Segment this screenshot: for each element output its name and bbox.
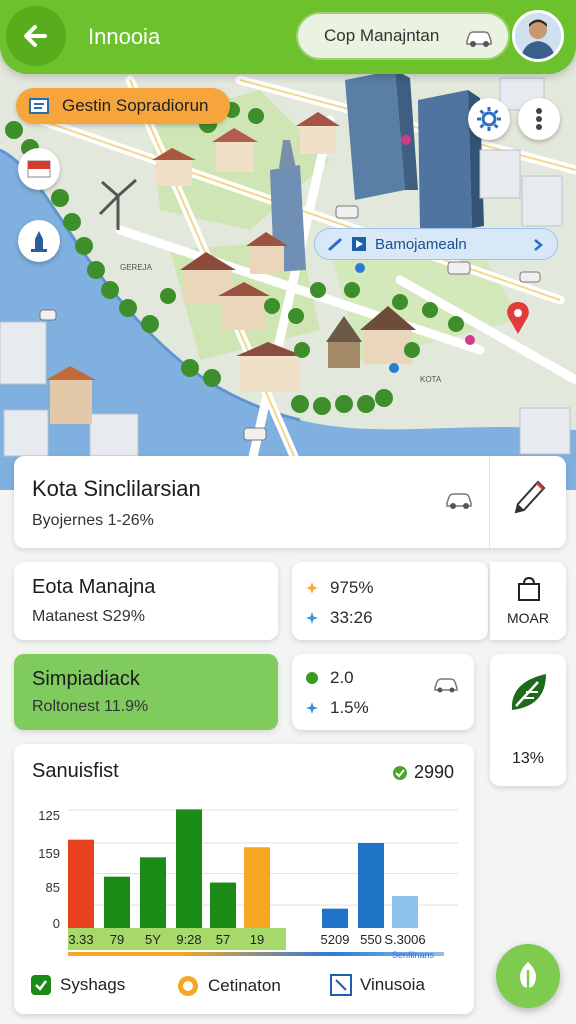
simple-subtitle: Roltonest 11.9%	[32, 698, 149, 715]
eco-value: 13%	[511, 750, 545, 767]
simple-card[interactable]: Simpiadiack Roltonest 11.9%	[14, 654, 278, 730]
check-square-icon	[31, 975, 51, 995]
map-label-tower: KOTA	[420, 375, 442, 384]
gear-icon	[477, 107, 501, 131]
y-tick-label: 159	[38, 846, 60, 861]
chart-bar[interactable]	[358, 843, 384, 928]
card-divider	[489, 456, 490, 548]
stats2-row-2: 1.5%	[306, 698, 369, 718]
circle-orange-icon	[178, 976, 198, 996]
chart-bar[interactable]	[176, 809, 202, 928]
stats-row-1: 975%	[306, 578, 373, 598]
legend-item[interactable]: Cetinaton	[176, 974, 281, 998]
layer-chip-label: Gestin Sopradiorun	[62, 96, 209, 115]
back-button[interactable]	[6, 6, 66, 66]
app-title: Innooia	[88, 24, 161, 49]
chart-bar[interactable]	[244, 847, 270, 928]
map-more-button[interactable]	[518, 98, 560, 140]
square-outline-icon	[330, 974, 352, 996]
app-header: Innooia Cop Manajntan	[0, 0, 576, 74]
square-pin-icon	[352, 237, 366, 251]
chart-bar[interactable]	[140, 857, 166, 928]
eco-card[interactable]: 13%	[490, 654, 566, 786]
x-tick-label: S.3006	[384, 932, 426, 947]
link-icon	[328, 238, 342, 251]
manage-subtitle: Matanest S29%	[32, 608, 145, 625]
x-axis-note: Senfilnans	[392, 950, 435, 960]
edit-button[interactable]	[510, 478, 546, 523]
summary-card[interactable]: Kota Sinclilarsian Byojernes 1-26%	[14, 456, 566, 548]
map-settings-button[interactable]	[468, 98, 510, 140]
sparkle-orange-icon	[306, 582, 318, 594]
y-tick-label: 85	[45, 880, 60, 895]
chart-title: Sanuisfist	[32, 760, 119, 782]
arrow-left-icon	[24, 25, 47, 47]
x-axis-range-bar	[68, 952, 444, 956]
summary-title: Kota Sinclilarsian	[32, 476, 201, 501]
district-chip-label: Bamojamealn	[375, 235, 467, 253]
check-circle-icon	[393, 765, 407, 780]
leaf-fab-icon	[519, 962, 537, 990]
chart-badge: 2990	[392, 762, 454, 783]
manage-card[interactable]: Eota Manajna Matanest S29%	[14, 562, 278, 640]
car-icon	[466, 31, 492, 47]
more-label: MOAR	[507, 610, 549, 626]
manage-title: Eota Manajna	[32, 576, 156, 598]
y-tick-label: 125	[38, 808, 60, 823]
eco-fab-button[interactable]	[496, 944, 560, 1008]
stats-card-1: 975% 33:26	[292, 562, 488, 640]
stats-card-2: 2.0 1.5%	[292, 654, 474, 730]
x-tick-label: 19	[249, 932, 265, 947]
simple-title: Simpiadiack	[32, 668, 140, 690]
chart-bar[interactable]	[392, 896, 418, 928]
stats2-row-1: 2.0	[306, 668, 354, 688]
chart-bar[interactable]	[68, 839, 94, 928]
district-chip[interactable]: Bamojamealn	[314, 228, 558, 260]
more-card[interactable]: MOAR	[490, 562, 566, 640]
company-selector[interactable]: Cop Manajntan	[296, 12, 510, 60]
map-flag-button[interactable]	[18, 148, 60, 190]
sparkle-blue-icon	[306, 612, 318, 624]
stats-row-2: 33:26	[306, 608, 373, 628]
legend-item[interactable]: Vinusoia	[330, 974, 425, 996]
company-name: Cop Manajntan	[324, 26, 440, 45]
pencil-icon	[514, 480, 546, 514]
sparkle-blue-icon	[306, 702, 318, 714]
bar-chart-plot	[68, 809, 458, 928]
shopping-bag-icon	[518, 576, 540, 601]
landmark-icon	[31, 231, 47, 252]
legend-item[interactable]: Syshags	[30, 974, 125, 996]
leaf-icon	[511, 674, 546, 710]
chart-bar[interactable]	[210, 882, 236, 928]
map-landmark-button[interactable]	[18, 220, 60, 262]
layer-chip[interactable]: Gestin Sopradiorun	[16, 88, 230, 124]
flag-icon	[27, 160, 51, 178]
y-tick-label: 0	[52, 916, 60, 931]
summary-subtitle: Byojernes 1-26%	[32, 512, 154, 529]
avatar-image	[515, 13, 561, 59]
chart-card: Sanuisfist 2990 125 159 85 0 3.33 79 5Y 9:2…	[14, 744, 474, 1014]
chart-bar[interactable]	[322, 908, 348, 928]
user-avatar[interactable]	[512, 10, 564, 62]
car-icon	[446, 493, 472, 509]
chart-bar[interactable]	[104, 876, 130, 928]
map-label-church: GEREJA	[120, 263, 153, 272]
green-dot-icon	[306, 672, 318, 684]
layers-icon	[29, 98, 49, 114]
chevron-right-icon	[534, 239, 543, 251]
car-icon	[434, 678, 458, 693]
more-vertical-icon	[536, 108, 542, 130]
